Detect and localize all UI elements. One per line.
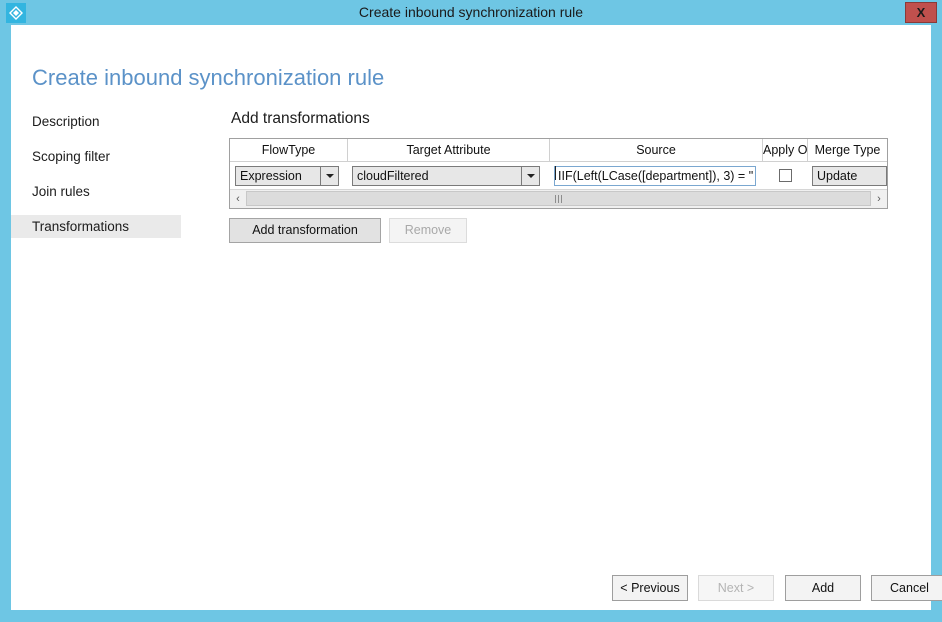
sidebar-item-label: Join rules [32,184,90,199]
add-transformation-button[interactable]: Add transformation [229,218,381,243]
sidebar: Description Scoping filter Join rules Tr… [11,110,221,250]
column-header-apply-once[interactable]: Apply O [763,139,808,161]
sidebar-item-description[interactable]: Description [11,110,181,133]
cell-apply-once [763,162,808,189]
section-title: Add transformations [231,110,899,128]
next-button: Next > [698,575,774,601]
scroll-right-icon[interactable]: › [871,190,887,208]
grid-header-row: FlowType Target Attribute Source Apply O… [230,139,887,162]
column-header-source[interactable]: Source [550,139,763,161]
chevron-down-icon[interactable] [320,167,338,185]
cancel-button[interactable]: Cancel [871,575,942,601]
sidebar-item-label: Scoping filter [32,149,110,164]
cell-source [550,162,763,189]
flowtype-dropdown[interactable]: Expression [235,166,339,186]
sidebar-item-join-rules[interactable]: Join rules [11,180,181,203]
flowtype-value: Expression [236,167,320,185]
title-bar: Create inbound synchronization rule X [0,0,942,25]
scroll-left-icon[interactable]: ‹ [230,190,246,208]
dialog-footer: < Previous Next > Add Cancel [11,575,931,610]
transformations-grid: FlowType Target Attribute Source Apply O… [229,138,888,209]
page-title: Create inbound synchronization rule [32,65,384,91]
main-panel: Add transformations FlowType Target Attr… [229,110,899,243]
apply-once-checkbox[interactable] [779,169,792,182]
target-attribute-value: cloudFiltered [353,167,521,185]
sidebar-item-label: Description [32,114,100,129]
previous-button[interactable]: < Previous [612,575,688,601]
close-button[interactable]: X [905,2,937,23]
table-row: Expression cloudFiltered [230,162,887,189]
cell-merge-type: Update [808,162,887,189]
column-header-merge-type[interactable]: Merge Type [808,139,887,161]
sidebar-item-transformations[interactable]: Transformations [11,215,181,238]
sidebar-item-label: Transformations [32,219,129,234]
grid-action-buttons: Add transformation Remove [229,218,899,243]
remove-button: Remove [389,218,467,243]
merge-type-value: Update [813,167,886,185]
cell-flowtype: Expression [230,162,348,189]
source-expression-input[interactable] [554,166,756,186]
cell-target-attribute: cloudFiltered [348,162,550,189]
scrollbar-thumb[interactable] [246,191,871,206]
dialog-window: Create inbound synchronization rule X Cr… [0,0,942,622]
add-button[interactable]: Add [785,575,861,601]
merge-type-dropdown[interactable]: Update [812,166,887,186]
window-title: Create inbound synchronization rule [0,0,942,25]
text-caret [555,166,556,180]
grid-horizontal-scrollbar[interactable]: ‹ › [230,189,887,208]
column-header-target-attribute[interactable]: Target Attribute [348,139,550,161]
grip-icon [555,195,562,203]
sidebar-item-scoping-filter[interactable]: Scoping filter [11,145,181,168]
dialog-content: Create inbound synchronization rule Desc… [11,25,931,610]
scrollbar-track[interactable] [246,190,871,208]
column-header-flowtype[interactable]: FlowType [230,139,348,161]
target-attribute-dropdown[interactable]: cloudFiltered [352,166,540,186]
chevron-down-icon[interactable] [521,167,539,185]
